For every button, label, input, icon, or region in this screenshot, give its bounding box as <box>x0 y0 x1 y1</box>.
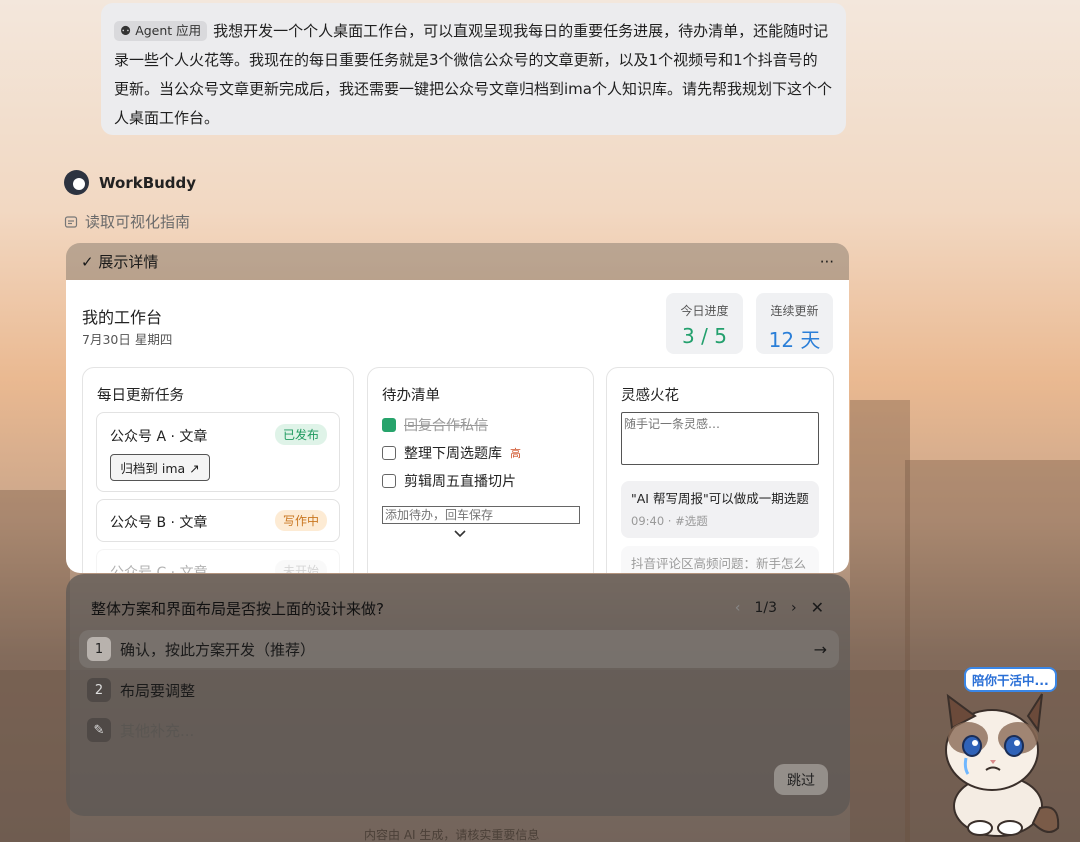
cat-mascot-icon[interactable] <box>930 688 1065 838</box>
stat-today-progress-value: 3 / 5 <box>682 324 727 348</box>
workspace-preview: 我的工作台 7月30日 星期四 今日进度 3 / 5 连续更新 12 天 每日更… <box>66 280 849 573</box>
todo-item[interactable]: 剪辑周五直播切片 <box>382 471 516 491</box>
skip-button[interactable]: 跳过 <box>774 764 828 795</box>
assistant-avatar <box>64 170 89 195</box>
stat-streak: 连续更新 12 天 <box>756 293 833 354</box>
option-adjust-layout[interactable]: 2 布局要调整 <box>79 671 839 709</box>
status-badge: 写作中 <box>274 510 327 531</box>
todo-item[interactable]: 回复合作私信 <box>382 415 488 435</box>
checkbox[interactable] <box>382 418 396 432</box>
pager-label: 1/3 <box>754 599 777 616</box>
status-badge: 已发布 <box>274 424 327 445</box>
details-panel: ✓ 展示详情 ··· 我的工作台 7月30日 星期四 今日进度 3 / 5 连续… <box>66 243 849 573</box>
user-message-bubble: ⚉ Agent 应用 我想开发一个个人桌面工作台，可以直观呈现我每日的重要任务进展… <box>101 3 846 135</box>
todo-title: 待办清单 <box>382 388 440 404</box>
task-card[interactable]: 公众号 B · 文章 写作中 <box>96 499 340 542</box>
checkbox[interactable] <box>382 446 396 460</box>
chevron-right-icon[interactable]: › <box>791 600 797 616</box>
daily-tasks-column: 每日更新任务 公众号 A · 文章 已发布 归档到 ima ↗ 公众号 B · … <box>82 367 354 573</box>
document-icon <box>64 215 78 228</box>
question-panel: 整体方案和界面布局是否按上面的设计来做? ‹ 1/3 › ✕ 1 确认，按此方案… <box>66 574 850 816</box>
task-card[interactable]: 公众号 C · 文章 未开始 <box>96 549 340 573</box>
option-confirm[interactable]: 1 确认，按此方案开发（推荐） → <box>79 630 839 668</box>
checkbox[interactable] <box>382 474 396 488</box>
stat-streak-value: 12 天 <box>768 328 821 352</box>
add-todo-input[interactable] <box>382 506 580 524</box>
close-icon[interactable]: ✕ <box>811 598 824 617</box>
chevron-left-icon[interactable]: ‹ <box>735 600 741 616</box>
status-badge: 未开始 <box>274 560 327 573</box>
arrow-right-icon: → <box>813 639 827 659</box>
more-options-icon[interactable]: ··· <box>820 253 834 271</box>
check-icon: ✓ <box>81 253 99 271</box>
option-other-input[interactable]: ✎ 其他补充... <box>79 711 839 749</box>
ideas-title: 灵感火花 <box>621 388 679 404</box>
assistant-step[interactable]: 读取可视化指南 <box>64 211 190 232</box>
workspace-title: 我的工作台 <box>82 308 163 327</box>
priority-badge: 高 <box>510 447 521 460</box>
stat-today-progress: 今日进度 3 / 5 <box>666 293 743 354</box>
question-title: 整体方案和界面布局是否按上面的设计来做? <box>91 600 384 618</box>
task-card[interactable]: 公众号 A · 文章 已发布 归档到 ima ↗ <box>96 412 340 492</box>
idea-card[interactable]: "AI 帮写周报"可以做成一期选题 09:40 · #选题 <box>621 481 819 538</box>
pencil-icon: ✎ <box>87 718 111 742</box>
idea-card[interactable]: 抖音评论区高频问题：新手怎么 <box>621 546 819 573</box>
workspace-date: 7月30日 星期四 <box>82 332 173 347</box>
assistant-header: WorkBuddy <box>64 170 196 195</box>
assistant-step-label: 读取可视化指南 <box>85 213 191 231</box>
question-pager: ‹ 1/3 › ✕ <box>735 598 824 617</box>
ai-disclaimer: 内容由 AI 生成，请核实重要信息 <box>364 828 540 842</box>
ideas-column: 灵感火花 "AI 帮写周报"可以做成一期选题 09:40 · #选题 抖音评论区… <box>606 367 834 573</box>
details-toggle[interactable]: ✓ 展示详情 ··· <box>66 243 849 280</box>
todo-column: 待办清单 回复合作私信 整理下周选题库 高 剪辑周五直播切片 <box>367 367 594 573</box>
todo-item[interactable]: 整理下周选题库 高 <box>382 443 521 463</box>
details-toggle-label: 展示详情 <box>98 253 159 271</box>
robot-icon: ⚉ <box>120 23 136 38</box>
user-message-text: 我想开发一个个人桌面工作台，可以直观呈现我每日的重要任务进展，待办清单，还能随时… <box>114 22 832 127</box>
agent-app-tag[interactable]: ⚉ Agent 应用 <box>114 21 208 41</box>
archive-to-ima-button[interactable]: 归档到 ima ↗ <box>110 454 210 481</box>
idea-input[interactable] <box>621 412 819 465</box>
assistant-name: WorkBuddy <box>99 173 197 192</box>
chevron-down-icon[interactable] <box>452 525 468 541</box>
daily-tasks-title: 每日更新任务 <box>97 388 184 404</box>
